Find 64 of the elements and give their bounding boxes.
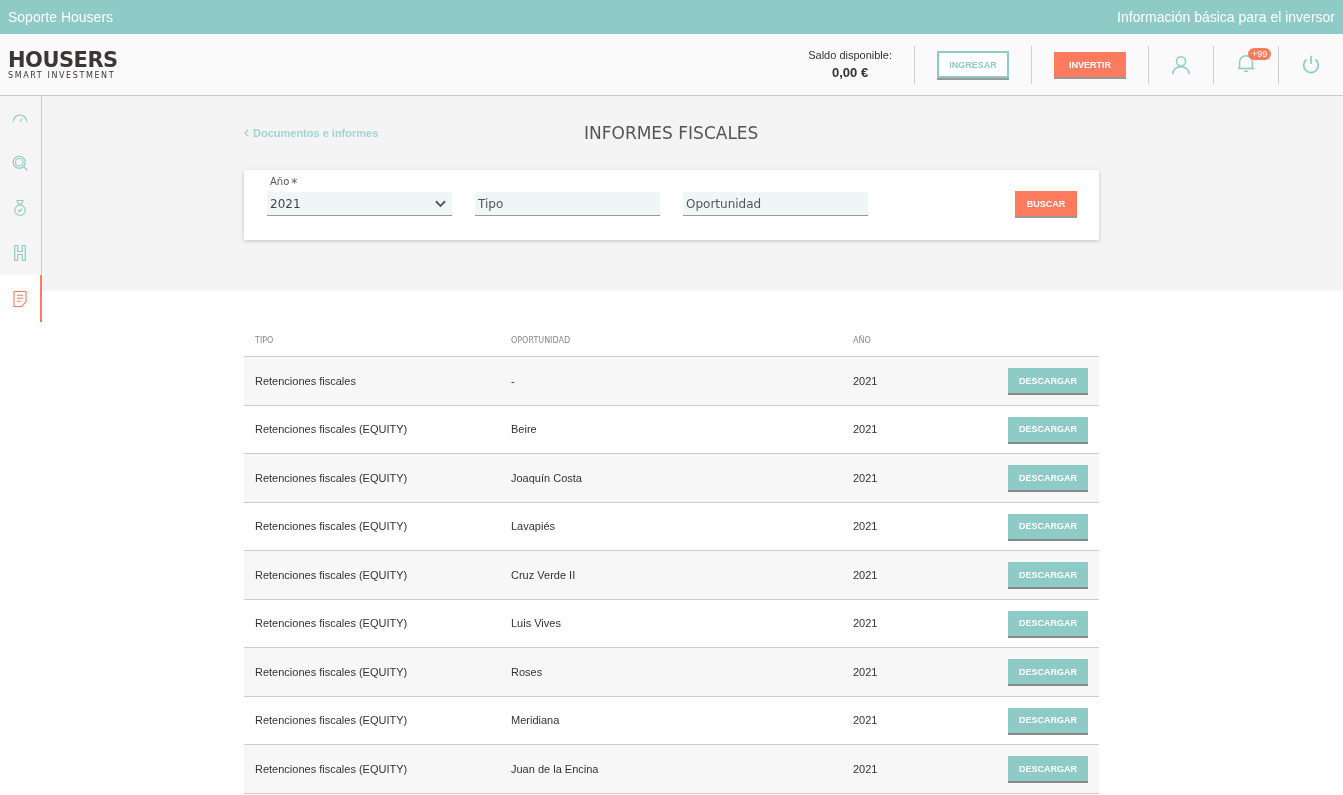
balance-label: Saldo disponible:	[808, 49, 892, 61]
logo[interactable]: HOUSERS SMART INVESTMENT	[8, 49, 118, 80]
medal-icon	[11, 199, 29, 217]
table-cell-text: Roses	[511, 665, 544, 678]
table-cell-text: 2021	[853, 617, 879, 630]
year-select[interactable]: 2021	[267, 192, 452, 216]
type-input[interactable]: Tipo	[475, 192, 660, 216]
table-cell-text: Retenciones fiscales (EQUITY)	[254, 520, 409, 533]
table-cell-text: 2021	[853, 423, 879, 436]
table-cell-text: Retenciones fiscales (EQUITY)	[254, 714, 409, 727]
table-cell-text: 2021	[853, 374, 879, 387]
search-icon	[11, 154, 29, 173]
column-header: AÑO	[853, 335, 872, 345]
support-link[interactable]: Soporte Housers	[8, 9, 114, 25]
table-cell-text: Retenciones fiscales (EQUITY)	[254, 665, 409, 678]
table-cell-text: 2021	[853, 568, 879, 581]
required-mark: *	[291, 176, 298, 190]
deposit-button[interactable]: INGRESAR	[937, 51, 1009, 78]
column-header: TIPO	[254, 335, 275, 345]
table-cell-text: 2021	[853, 471, 879, 484]
table-cell-text: Retenciones fiscales	[254, 374, 357, 387]
sidebar-item[interactable]	[0, 275, 42, 322]
download-button[interactable]: DESCARGAR	[1008, 756, 1088, 782]
download-button[interactable]: DESCARGAR	[1008, 368, 1088, 394]
year-label: Año	[270, 176, 290, 187]
chevron-down-icon	[435, 199, 446, 208]
table-cell-text: Retenciones fiscales (EQUITY)	[254, 423, 409, 436]
download-button[interactable]: DESCARGAR	[1008, 659, 1088, 685]
table-cell-text: Retenciones fiscales (EQUITY)	[254, 617, 409, 630]
download-button[interactable]: DESCARGAR	[1008, 610, 1088, 636]
user-icon[interactable]	[1170, 53, 1192, 76]
invest-button[interactable]: INVERTIR	[1054, 52, 1126, 77]
download-button[interactable]: DESCARGAR	[1008, 513, 1088, 539]
column-header: OPORTUNIDAD	[511, 335, 572, 345]
table-cell-text: Beire	[511, 423, 538, 436]
search-button[interactable]: BUSCAR	[1015, 191, 1077, 216]
table-cell-text: -	[511, 374, 516, 387]
power-icon[interactable]	[1300, 53, 1322, 76]
download-button[interactable]: DESCARGAR	[1008, 562, 1088, 588]
table-cell-text: Lavapiés	[511, 520, 557, 533]
table-cell-text: Cruz Verde II	[511, 568, 577, 581]
download-button[interactable]: DESCARGAR	[1008, 416, 1088, 442]
table-cell-text: 2021	[853, 520, 879, 533]
letter-h-icon	[11, 243, 29, 262]
table-cell-text: Meridiana	[511, 714, 561, 727]
download-button[interactable]: DESCARGAR	[1008, 707, 1088, 733]
notification-badge: +99	[1248, 47, 1272, 60]
chevron-left-icon	[244, 129, 249, 137]
opportunity-input[interactable]: Oportunidad	[683, 192, 868, 216]
table-cell-text: Juan de la Encina	[511, 762, 600, 775]
back-link[interactable]: Documentos e informes	[253, 127, 379, 139]
download-button[interactable]: DESCARGAR	[1008, 465, 1088, 491]
table-cell-text: Retenciones fiscales (EQUITY)	[254, 568, 409, 581]
table-cell-text: Joaquín Costa	[511, 471, 583, 484]
table-cell-text: 2021	[853, 665, 879, 678]
table-cell-text: Luis Vives	[511, 617, 562, 630]
table-cell-text: 2021	[853, 762, 879, 775]
investor-info-link[interactable]: Información básica para el inversor	[1117, 9, 1335, 25]
table-cell-text: Retenciones fiscales (EQUITY)	[254, 762, 409, 775]
table-cell-text: 2021	[853, 714, 879, 727]
balance-amount: 0,00 €	[832, 65, 869, 80]
page-title: INFORMES FISCALES	[584, 123, 759, 143]
table-cell-text: Retenciones fiscales (EQUITY)	[254, 471, 409, 484]
document-icon	[11, 289, 29, 308]
